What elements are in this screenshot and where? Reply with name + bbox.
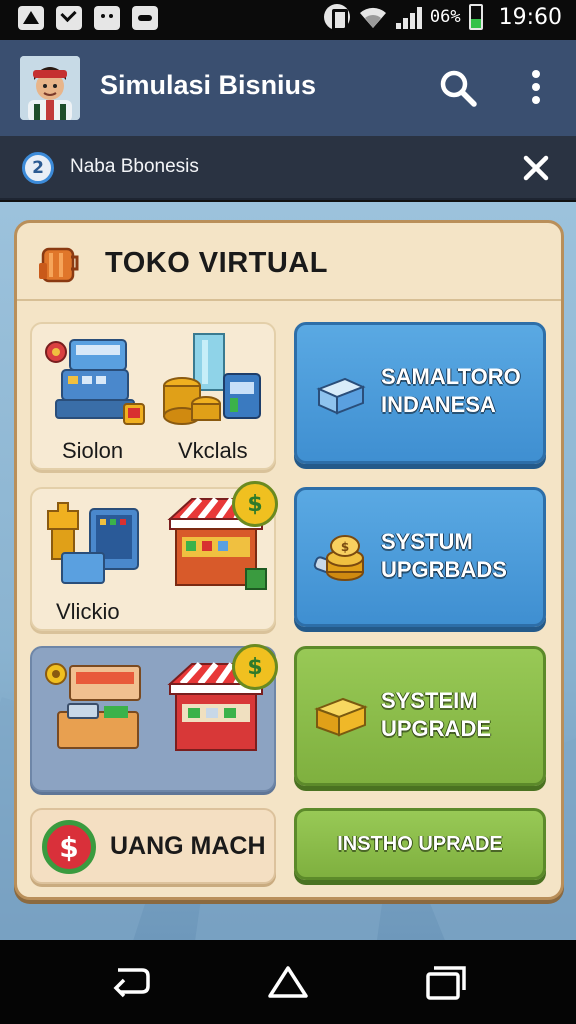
tile-label: Vlickio <box>56 599 120 624</box>
home-icon[interactable] <box>266 964 310 1000</box>
avatar[interactable] <box>20 56 80 120</box>
button-label-line2: UPGRADE <box>381 716 492 741</box>
panel-title: TOKO VIRTUAL <box>105 247 328 279</box>
button-label: INSTHO UPRADE <box>337 833 503 855</box>
item-tile-2[interactable]: $ Vlickio <box>30 481 278 631</box>
button-label-line2: INDANESA <box>381 392 496 417</box>
cashier-machine-icon <box>45 339 145 425</box>
search-icon[interactable] <box>436 66 480 110</box>
gold-box-icon <box>314 697 368 737</box>
alert-icon <box>18 6 44 30</box>
panel-header: TOKO VIRTUAL <box>17 223 561 301</box>
status-bar: 06% 19:60 <box>0 0 576 40</box>
instho-uprade-button[interactable]: INSTHO UPRADE <box>294 808 546 880</box>
tile-label: Siolon <box>62 438 124 463</box>
battery-percent: 06% <box>429 7 461 27</box>
notice-text: Naba Bbonesis <box>70 156 199 177</box>
recents-icon[interactable] <box>424 964 468 1000</box>
battery-icon <box>468 4 483 30</box>
wifi-icon <box>359 7 386 28</box>
vibrate-icon <box>323 4 350 31</box>
notification-icons <box>18 6 158 30</box>
app-bar: Simulasi Bisnius <box>0 40 576 136</box>
close-icon[interactable] <box>520 152 552 184</box>
tile-label: Vkclals <box>178 438 248 463</box>
clock: 19:60 <box>498 4 562 30</box>
samaltoro-indanesa-button[interactable]: SAMALTORO INDANESA <box>294 322 546 464</box>
button-label-line2: UPGRBADS <box>381 557 507 582</box>
info-icon: 2 <box>22 152 54 184</box>
photo-icon <box>132 6 158 30</box>
navigation-bar <box>0 940 576 1024</box>
signal-icon <box>395 5 422 29</box>
item-tile-1[interactable]: Siolon Vkclals <box>30 322 276 470</box>
coins-and-cash-register-icon <box>163 333 261 425</box>
button-label-line1: SAMALTORO <box>381 364 521 389</box>
face-icon <box>94 6 120 30</box>
checkbox-icon <box>56 6 82 30</box>
item-tile-3[interactable]: $ <box>30 644 278 792</box>
more-vert-icon[interactable] <box>516 66 556 110</box>
coins-icon: $ <box>313 535 364 581</box>
dollar-badge-icon: $ <box>232 644 278 690</box>
shop-counter-icon <box>45 663 141 749</box>
money-tile[interactable]: $ UANG MACH <box>30 808 276 884</box>
button-label-line1: SYSTUM <box>381 529 473 554</box>
box-icon <box>316 377 366 415</box>
back-icon[interactable] <box>108 964 152 1000</box>
svg-text:$: $ <box>341 540 349 554</box>
store-icon <box>39 247 79 283</box>
button-label-line1: SYSTEIM <box>381 688 478 713</box>
dollar-coin-icon: $ <box>42 820 96 874</box>
system-icons: 06% 19:60 <box>323 4 562 31</box>
shop-tools-icon <box>47 502 139 584</box>
dollar-badge-icon: $ <box>232 481 278 527</box>
systum-upgrbads-button[interactable]: $ SYSTUM UPGRBADS <box>294 487 546 627</box>
notice-bar: 2 Naba Bbonesis <box>0 136 576 200</box>
systeim-upgrade-button[interactable]: SYSTEIM UPGRADE <box>294 646 546 786</box>
money-label: UANG MACH <box>110 832 266 860</box>
app-title: Simulasi Bisnius <box>100 70 317 100</box>
